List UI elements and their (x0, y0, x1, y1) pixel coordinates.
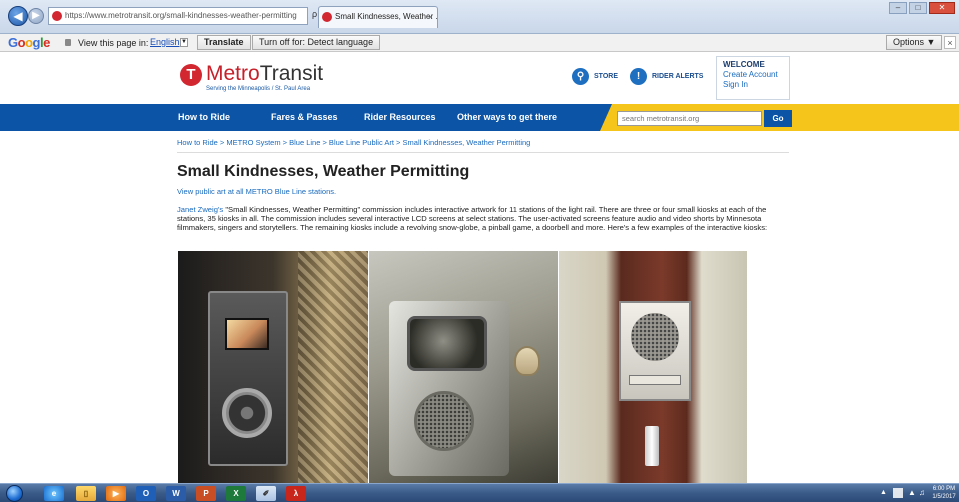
tab-close-icon[interactable]: × (428, 7, 433, 27)
forward-button[interactable]: ▶ (28, 8, 44, 24)
store-link[interactable]: ⚲ STORE (572, 68, 618, 85)
word-icon[interactable]: W (166, 486, 186, 501)
search-input[interactable] (617, 111, 762, 126)
turn-off-button[interactable]: Turn off for: Detect language (252, 35, 381, 50)
rider-alerts-link[interactable]: ! RIDER ALERTS (630, 68, 703, 85)
ie-icon[interactable]: e (44, 486, 64, 501)
name-plate (629, 375, 681, 385)
intro-paragraph: Janet Zweig's "Small Kindnesses, Weather… (177, 205, 789, 232)
browser-chrome: ◀ ▶ https://www.metrotransit.org/small-k… (0, 0, 959, 34)
welcome-box: WELCOME Create Account Sign In (716, 56, 790, 100)
google-logo: Google (8, 35, 50, 50)
nav-how-to-ride[interactable]: How to Ride (178, 112, 230, 122)
view-all-art-link[interactable]: View public art at all METRO Blue Line s… (177, 187, 336, 196)
outlook-icon[interactable]: O (136, 486, 156, 501)
artist-link[interactable]: Janet Zweig's (177, 205, 223, 214)
store-label: STORE (594, 73, 618, 80)
translate-button[interactable]: Translate (197, 35, 251, 50)
welcome-title: WELCOME (723, 60, 765, 69)
close-window-button[interactable]: ✕ (929, 2, 955, 14)
network-icon[interactable]: ▲ (908, 488, 916, 497)
divider (177, 152, 789, 153)
wind-up-key (514, 346, 540, 376)
main-nav: How to Ride Fares & Passes Rider Resourc… (0, 104, 959, 131)
kiosk-box (389, 301, 509, 476)
pdf-icon[interactable]: λ (286, 486, 306, 501)
start-button[interactable] (6, 485, 23, 502)
browser-tab[interactable]: Small Kindnesses, Weather ... × (318, 6, 438, 28)
media-icon[interactable]: ▶ (106, 486, 126, 501)
lcd-screen (225, 318, 269, 350)
speaker-grille (631, 313, 679, 361)
crank-wheel (222, 388, 272, 438)
clock[interactable]: 6:00 PM 1/5/2017 (930, 485, 958, 501)
site-favicon-icon (52, 11, 62, 21)
kiosk-box (619, 301, 691, 401)
clock-time: 6:00 PM (932, 486, 956, 492)
rider-alerts-label: RIDER ALERTS (652, 73, 704, 80)
clock-date: 1/5/2017 (932, 494, 956, 500)
alert-icon: ! (630, 68, 647, 85)
minimize-button[interactable]: – (889, 2, 907, 14)
tray-expand-icon[interactable]: ▲ (880, 489, 887, 496)
site-header: T MetroTransit Serving the Minneapolis /… (0, 52, 959, 104)
kiosk-photo-doorbell (559, 251, 747, 483)
speaker-grille (414, 391, 474, 451)
window-controls: – □ ✕ (889, 2, 955, 14)
excel-icon[interactable]: X (226, 486, 246, 501)
logo-text: MetroTransit (206, 62, 324, 85)
options-button[interactable]: Options ▼ (886, 35, 943, 50)
close-icon: ✕ (938, 3, 946, 12)
tab-title: Small Kindnesses, Weather ... (335, 12, 438, 21)
action-center-icon[interactable] (893, 488, 903, 498)
language-select[interactable]: English (150, 37, 180, 47)
taskbar: e ▯ ▶ O W P X ✐ λ ▲ ▲ ♫ 6:00 PM 1/5/2017 (0, 483, 959, 502)
patterned-glass (298, 251, 368, 483)
forward-arrow-icon: ▶ (32, 10, 40, 21)
volume-icon[interactable]: ♫ (919, 488, 925, 497)
address-bar[interactable]: https://www.metrotransit.org/small-kindn… (48, 7, 308, 25)
sign-in-link[interactable]: Sign In (723, 80, 783, 90)
back-arrow-icon: ◀ (13, 9, 23, 23)
nav-rider-resources[interactable]: Rider Resources (364, 112, 436, 122)
minimize-icon: – (895, 3, 901, 12)
maximize-button[interactable]: □ (909, 2, 927, 14)
breadcrumb[interactable]: How to Ride > METRO System > Blue Line >… (177, 138, 530, 147)
kiosk-frame (208, 291, 288, 466)
logo-t-icon: T (180, 64, 202, 86)
back-button[interactable]: ◀ (8, 6, 28, 26)
intro-text: "Small Kindnesses, Weather Permitting" c… (177, 205, 768, 232)
kiosk-photo-lcd (178, 251, 368, 483)
search-go-button[interactable]: Go (764, 110, 792, 127)
folder-icon[interactable]: ▯ (76, 486, 96, 501)
page-title: Small Kindnesses, Weather Permitting (177, 163, 470, 180)
logo-tagline: Serving the Minneapolis / St. Paul Area (206, 86, 311, 92)
address-url: https://www.metrotransit.org/small-kindn… (65, 11, 297, 20)
view-page-label: View this page in: (78, 38, 149, 48)
shopping-cart-icon: ⚲ (572, 68, 589, 85)
lock-icon (65, 39, 71, 46)
pull-handle (645, 426, 659, 466)
nav-other-ways[interactable]: Other ways to get there (457, 112, 557, 122)
translate-bar-close-icon[interactable]: × (944, 36, 956, 49)
kiosk-photo-snow-globe (369, 251, 558, 483)
powerpoint-icon[interactable]: P (196, 486, 216, 501)
tab-favicon-icon (322, 12, 332, 22)
nav-fares-passes[interactable]: Fares & Passes (271, 112, 338, 122)
paint-icon[interactable]: ✐ (256, 486, 276, 501)
kiosk-window (407, 316, 487, 371)
create-account-link[interactable]: Create Account (723, 70, 783, 80)
maximize-icon: □ (915, 3, 921, 12)
chevron-down-icon[interactable]: ▼ (180, 38, 188, 47)
translate-bar: Google View this page in: English ▼ Tran… (0, 34, 959, 52)
